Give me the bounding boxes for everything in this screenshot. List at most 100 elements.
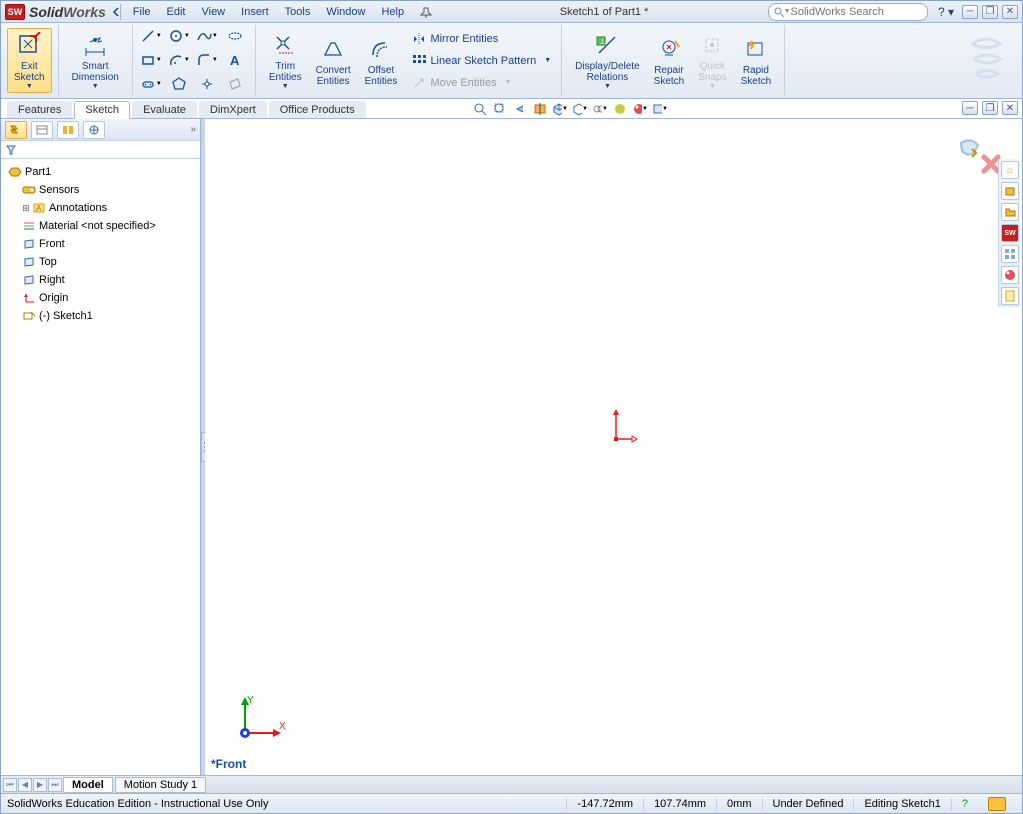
- view-palette-icon[interactable]: [1001, 245, 1019, 263]
- custom-properties-icon[interactable]: [1001, 287, 1019, 305]
- menu-pin-icon[interactable]: [412, 4, 440, 20]
- tree-sketch1[interactable]: (-) Sketch1: [3, 307, 198, 325]
- menu-collapse-icon[interactable]: [112, 6, 120, 18]
- render-icon[interactable]: ▼: [651, 101, 669, 117]
- graphics-viewport[interactable]: Y X *Front ⌂ SW: [205, 119, 1022, 775]
- close-button[interactable]: ✕: [1002, 5, 1018, 19]
- tree-top-plane[interactable]: Top: [3, 253, 198, 271]
- rapid-sketch-button[interactable]: Rapid Sketch: [734, 32, 779, 90]
- view-label: *Front: [211, 757, 246, 771]
- restore-button[interactable]: ❐: [982, 5, 998, 19]
- home-icon[interactable]: ⌂: [1001, 161, 1019, 179]
- trim-entities-button[interactable]: Trim Entities ▼: [262, 28, 309, 93]
- ellipse-tool[interactable]: [223, 26, 247, 46]
- status-edition: SolidWorks Education Edition - Instructi…: [7, 798, 566, 810]
- menu-window[interactable]: Window: [318, 4, 373, 20]
- menu-help[interactable]: Help: [373, 4, 412, 20]
- tab-nav-next[interactable]: ▶: [33, 778, 47, 792]
- design-library-icon[interactable]: [1001, 182, 1019, 200]
- property-manager-tab[interactable]: [31, 121, 53, 139]
- zoom-area-icon[interactable]: [491, 101, 509, 117]
- sketch-icon: [21, 309, 37, 323]
- tab-dimxpert[interactable]: DimXpert: [199, 101, 267, 118]
- document-title: Sketch1 of Part1 *: [440, 6, 768, 18]
- view-orientation-icon[interactable]: ▼: [551, 101, 569, 117]
- svg-text:X: X: [279, 721, 285, 732]
- spline-tool[interactable]: ▼: [195, 26, 219, 46]
- search-input[interactable]: [791, 6, 923, 18]
- linear-pattern-button[interactable]: Linear Sketch Pattern ▼: [408, 51, 555, 71]
- file-explorer-icon[interactable]: [1001, 203, 1019, 221]
- feature-manager-tab[interactable]: [5, 121, 27, 139]
- convert-entities-button[interactable]: Convert Entities: [309, 32, 358, 90]
- configuration-manager-tab[interactable]: [57, 121, 79, 139]
- minimize-button[interactable]: ─: [962, 5, 978, 19]
- tree-root-part[interactable]: Part1: [3, 163, 198, 181]
- tree-annotations[interactable]: ⊞ A Annotations: [3, 199, 198, 217]
- display-style-icon[interactable]: ▼: [571, 101, 589, 117]
- sketch-indicator[interactable]: [988, 797, 1006, 811]
- smart-dimension-button[interactable]: Smart Dimension ▼: [65, 28, 126, 93]
- previous-view-icon[interactable]: [511, 101, 529, 117]
- point-tool[interactable]: [195, 74, 219, 94]
- expand-icon[interactable]: ⊞: [21, 203, 31, 214]
- tree-origin[interactable]: Origin: [3, 289, 198, 307]
- svg-text:A: A: [230, 53, 240, 68]
- tab-nav-last[interactable]: ⏭: [48, 778, 62, 792]
- menu-tools[interactable]: Tools: [277, 4, 319, 20]
- tree-front-plane[interactable]: Front: [3, 235, 198, 253]
- section-view-icon[interactable]: [531, 101, 549, 117]
- mirror-icon: [412, 32, 426, 46]
- doc-minimize-button[interactable]: ─: [962, 101, 978, 115]
- tree-right-plane[interactable]: Right: [3, 271, 198, 289]
- motion-study-tab[interactable]: Motion Study 1: [115, 777, 206, 793]
- arc-tool[interactable]: ▼: [167, 50, 191, 70]
- repair-sketch-button[interactable]: Repair Sketch: [647, 32, 692, 90]
- appearances-icon[interactable]: [1001, 266, 1019, 284]
- doc-restore-button[interactable]: ❐: [982, 101, 998, 115]
- convert-icon: [319, 35, 347, 63]
- hide-show-icon[interactable]: ▼: [591, 101, 609, 117]
- appearance-icon[interactable]: ▼: [631, 101, 649, 117]
- menu-view[interactable]: View: [193, 4, 233, 20]
- tab-features[interactable]: Features: [7, 101, 72, 118]
- dimxpert-manager-tab[interactable]: [83, 121, 105, 139]
- expand-panel-icon[interactable]: »: [190, 124, 196, 135]
- rectangle-tool[interactable]: ▼: [139, 50, 163, 70]
- model-tab[interactable]: Model: [63, 777, 113, 793]
- slot-tool[interactable]: ▼: [139, 74, 163, 94]
- menu-file[interactable]: File: [125, 4, 159, 20]
- exit-sketch-button[interactable]: Exit Sketch ▼: [7, 28, 52, 93]
- text-tool[interactable]: A: [223, 50, 247, 70]
- search-box[interactable]: ▼: [768, 3, 928, 21]
- help-button[interactable]: ? ▾: [934, 5, 958, 19]
- dropdown-arrow-icon[interactable]: ▼: [26, 83, 33, 90]
- tree-sensors[interactable]: Sensors: [3, 181, 198, 199]
- display-relations-button[interactable]: ⊥ Display/Delete Relations ▼: [568, 28, 646, 93]
- tree-material[interactable]: Material <not specified>: [3, 217, 198, 235]
- tab-sketch[interactable]: Sketch: [74, 101, 130, 119]
- tab-office-products[interactable]: Office Products: [269, 101, 366, 118]
- zoom-fit-icon[interactable]: [471, 101, 489, 117]
- line-tool[interactable]: ▼: [139, 26, 163, 46]
- sw-resources-icon[interactable]: SW: [1001, 224, 1019, 242]
- tab-evaluate[interactable]: Evaluate: [132, 101, 197, 118]
- status-coord-y: 107.74mm: [643, 798, 716, 810]
- fillet-tool[interactable]: ▼: [195, 50, 219, 70]
- plane-tool[interactable]: [223, 74, 247, 94]
- circle-tool[interactable]: ▼: [167, 26, 191, 46]
- scene-icon[interactable]: [611, 101, 629, 117]
- doc-close-button[interactable]: ✕: [1002, 101, 1018, 115]
- status-help-icon[interactable]: ?: [951, 798, 978, 810]
- filter-icon[interactable]: [5, 144, 17, 156]
- offset-entities-button[interactable]: Offset Entities: [358, 32, 405, 90]
- polygon-tool[interactable]: [167, 74, 191, 94]
- menu-insert[interactable]: Insert: [233, 4, 277, 20]
- svg-text:A: A: [36, 204, 42, 213]
- tab-nav-first[interactable]: ⏮: [3, 778, 17, 792]
- mirror-entities-button[interactable]: Mirror Entities: [408, 29, 555, 49]
- sketch-origin-marker[interactable]: [610, 409, 640, 445]
- tab-nav-prev[interactable]: ◀: [18, 778, 32, 792]
- menu-edit[interactable]: Edit: [159, 4, 194, 20]
- view-triad: Y X: [225, 689, 285, 749]
